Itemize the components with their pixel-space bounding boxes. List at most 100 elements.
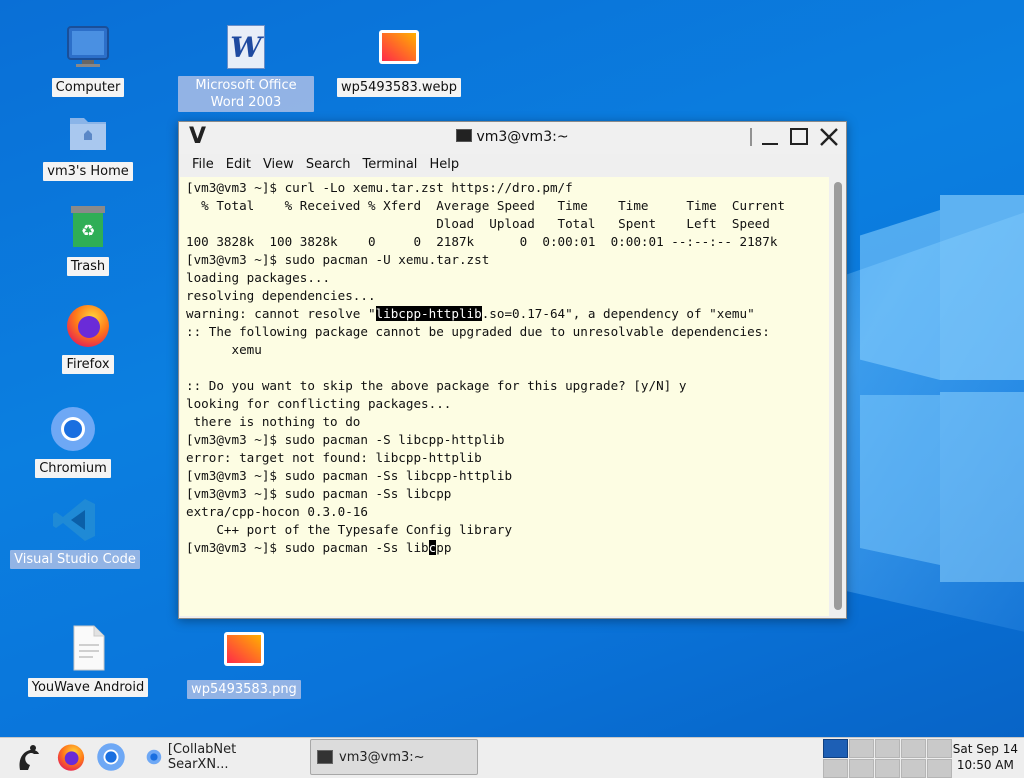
terminal-line: loading packages... [186, 270, 331, 285]
terminal-line: Dload Upload Total Spent Left Speed [186, 216, 770, 231]
terminal-line: xemu [186, 342, 262, 357]
desktop-icon-webp[interactable]: wp5493583.webp [334, 24, 464, 97]
desktop-icon-png[interactable]: wp5493583.png [179, 626, 309, 699]
terminal-line: :: The following package cannot be upgra… [186, 324, 770, 339]
firefox-icon [57, 744, 85, 771]
menu-file[interactable]: File [186, 155, 220, 174]
terminal-line: :: Do you want to skip the above package… [186, 378, 687, 393]
terminal-line: [vm3@vm3 ~]$ sudo pacman -Ss libcpp [186, 486, 452, 501]
desktop-icon-label: Computer [51, 78, 125, 97]
desktop-icon-label: Visual Studio Code [10, 550, 140, 569]
firefox-icon [64, 301, 112, 349]
terminal-line: [vm3@vm3 ~]$ sudo pacman -Ss libcpp-http… [186, 468, 513, 483]
menu-search[interactable]: Search [300, 155, 357, 174]
minimize-button[interactable] [759, 126, 781, 148]
workspace-pager[interactable] [822, 738, 952, 778]
document-file-icon [64, 624, 112, 672]
chromium-icon [146, 749, 162, 765]
desktop-icon-chromium[interactable]: Chromium [8, 405, 138, 478]
desktop-icon-vscode[interactable]: Visual Studio Code [10, 496, 140, 569]
terminal-icon [456, 129, 473, 142]
menu-help[interactable]: Help [423, 155, 465, 174]
workspace-10[interactable] [927, 759, 952, 778]
terminal-highlight: libcpp-httplib [375, 306, 482, 321]
terminal-line: resolving dependencies... [186, 288, 376, 303]
terminal-line: C++ port of the Typesafe Config library [186, 522, 513, 537]
maximize-button[interactable] [788, 126, 810, 148]
app-launcher-icon [19, 745, 39, 770]
desktop-icon-label: Chromium [35, 459, 111, 478]
terminal-icon [317, 750, 333, 764]
close-button[interactable] [818, 126, 840, 148]
workspace-7[interactable] [849, 759, 874, 778]
taskbar-item-label: vm3@vm3:~ [339, 749, 425, 765]
terminal-line: there is nothing to do [186, 414, 361, 429]
wallpaper-pane [860, 210, 940, 380]
svg-text:W: W [230, 31, 264, 64]
desktop-icon-word[interactable]: W Microsoft Office Word 2003 [178, 24, 314, 112]
desktop-icon-trash[interactable]: ♻ Trash [23, 203, 153, 276]
taskbar: [CollabNet SearXN... vm3@vm3:~ Sat Sep 1… [0, 737, 1024, 778]
taskbar-item-browser[interactable]: [CollabNet SearXN... [140, 739, 306, 775]
workspace-5[interactable] [927, 739, 952, 758]
scrollbar-thumb[interactable] [834, 182, 842, 610]
image-file-icon [220, 626, 268, 674]
desktop-icon-label: Microsoft Office Word 2003 [178, 76, 314, 112]
clock[interactable]: Sat Sep 14 10:50 AM [953, 741, 1018, 773]
desktop-icon-computer[interactable]: Computer [23, 24, 153, 97]
desktop-icon-label: Firefox [62, 355, 114, 374]
workspace-9[interactable] [901, 759, 926, 778]
terminal-line: looking for conflicting packages... [186, 396, 452, 411]
clock-time: 10:50 AM [956, 758, 1014, 772]
taskbar-item-terminal[interactable]: vm3@vm3:~ [310, 739, 478, 775]
workspace-6[interactable] [823, 759, 848, 778]
firefox-launcher[interactable] [56, 742, 88, 774]
terminal-output[interactable]: [vm3@vm3 ~]$ curl -Lo xemu.tar.zst https… [180, 177, 829, 616]
menu-view[interactable]: View [257, 155, 300, 174]
menu-terminal[interactable]: Terminal [356, 155, 423, 174]
desktop-icon-firefox[interactable]: Firefox [23, 301, 153, 374]
window-titlebar[interactable]: V vm3@vm3:~ [179, 122, 846, 154]
chromium-icon [49, 405, 97, 453]
terminal-line: extra/cpp-hocon 0.3.0-16 [186, 504, 368, 519]
image-file-icon [375, 24, 423, 72]
computer-icon [64, 24, 112, 72]
svg-text:♻: ♻ [81, 221, 95, 240]
trash-icon: ♻ [64, 203, 112, 251]
window-title-text: vm3@vm3:~ [476, 129, 569, 145]
terminal-line: [vm3@vm3 ~]$ curl -Lo xemu.tar.zst https… [186, 180, 573, 195]
desktop-icon-youwave[interactable]: YouWave Android [23, 624, 153, 697]
desktop-icon-home[interactable]: vm3's Home [23, 108, 153, 181]
terminal-text: warning: cannot resolve " [186, 306, 376, 321]
taskbar-item-label: [CollabNet SearXN... [167, 742, 237, 772]
desktop-icon-label: vm3's Home [43, 162, 133, 181]
terminal-line: error: target not found: libcpp-httplib [186, 450, 482, 465]
wallpaper-pane [860, 395, 940, 565]
terminal-text: [vm3@vm3 ~]$ sudo pacman -Ss lib [186, 540, 429, 555]
word-document-icon: W [222, 24, 270, 72]
chromium-launcher[interactable] [96, 742, 128, 774]
desktop-icon-label: wp5493583.webp [336, 78, 462, 97]
desktop-icon-label: Trash [66, 257, 110, 276]
desktop-icon-label: wp5493583.png [187, 680, 301, 699]
workspace-4[interactable] [901, 739, 926, 758]
desktop-icon-label: YouWave Android [27, 678, 149, 697]
workspace-3[interactable] [875, 739, 900, 758]
workspace-1[interactable] [823, 739, 848, 758]
terminal-line: 100 3828k 100 3828k 0 0 2187k 0 0:00:01 … [186, 234, 778, 249]
vscode-icon [51, 496, 99, 544]
chromium-icon [97, 743, 125, 771]
workspace-8[interactable] [875, 759, 900, 778]
terminal-line: [vm3@vm3 ~]$ sudo pacman -S libcpp-httpl… [186, 432, 505, 447]
terminal-window[interactable]: V vm3@vm3:~ File Edit View Search Terminal He… [178, 121, 847, 619]
menu-edit[interactable]: Edit [220, 155, 257, 174]
clock-date: Sat Sep 14 [952, 742, 1018, 756]
scrollbar[interactable] [832, 180, 844, 612]
terminal-line: % Total % Received % Xferd Average Speed… [186, 198, 785, 213]
start-menu-button[interactable] [12, 742, 44, 774]
terminal-text: pp [436, 540, 452, 555]
wallpaper-pane [940, 392, 1024, 582]
workspace-2[interactable] [849, 739, 874, 758]
terminal-line: [vm3@vm3 ~]$ sudo pacman -U xemu.tar.zst [186, 252, 490, 267]
